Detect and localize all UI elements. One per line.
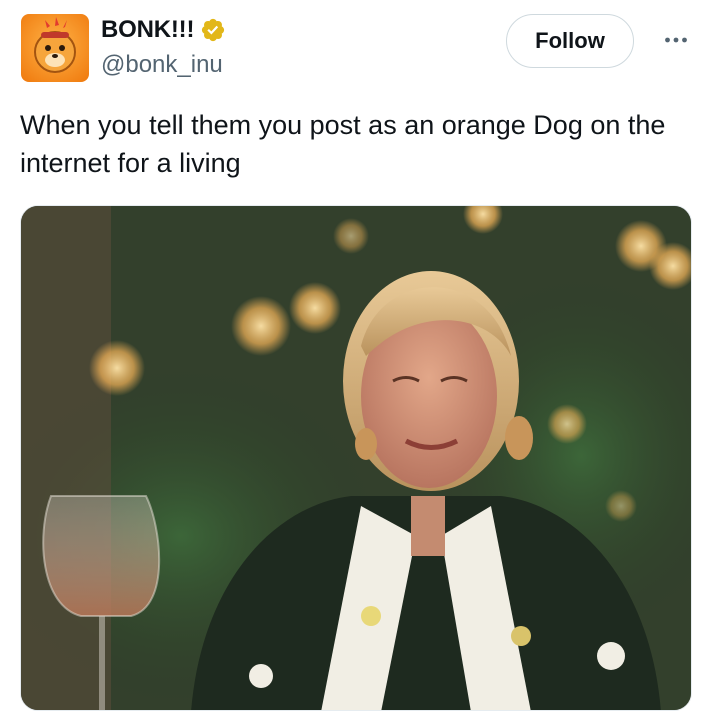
tweet-media-image[interactable] — [20, 205, 692, 711]
bonk-dog-logo-icon — [21, 14, 89, 82]
display-name[interactable]: BONK!!! — [101, 16, 194, 44]
author-block: BONK!!! @bonk_inu — [101, 14, 226, 79]
tweet-text: When you tell them you post as an orange… — [20, 110, 666, 178]
name-row: BONK!!! — [101, 14, 226, 46]
more-horizontal-icon — [665, 37, 687, 43]
follow-button[interactable]: Follow — [506, 14, 634, 68]
more-options-button[interactable] — [660, 26, 692, 54]
verified-badge-icon[interactable] — [200, 17, 226, 43]
media-photo — [21, 206, 691, 710]
avatar[interactable] — [21, 14, 89, 82]
handle[interactable]: @bonk_inu — [101, 51, 226, 79]
